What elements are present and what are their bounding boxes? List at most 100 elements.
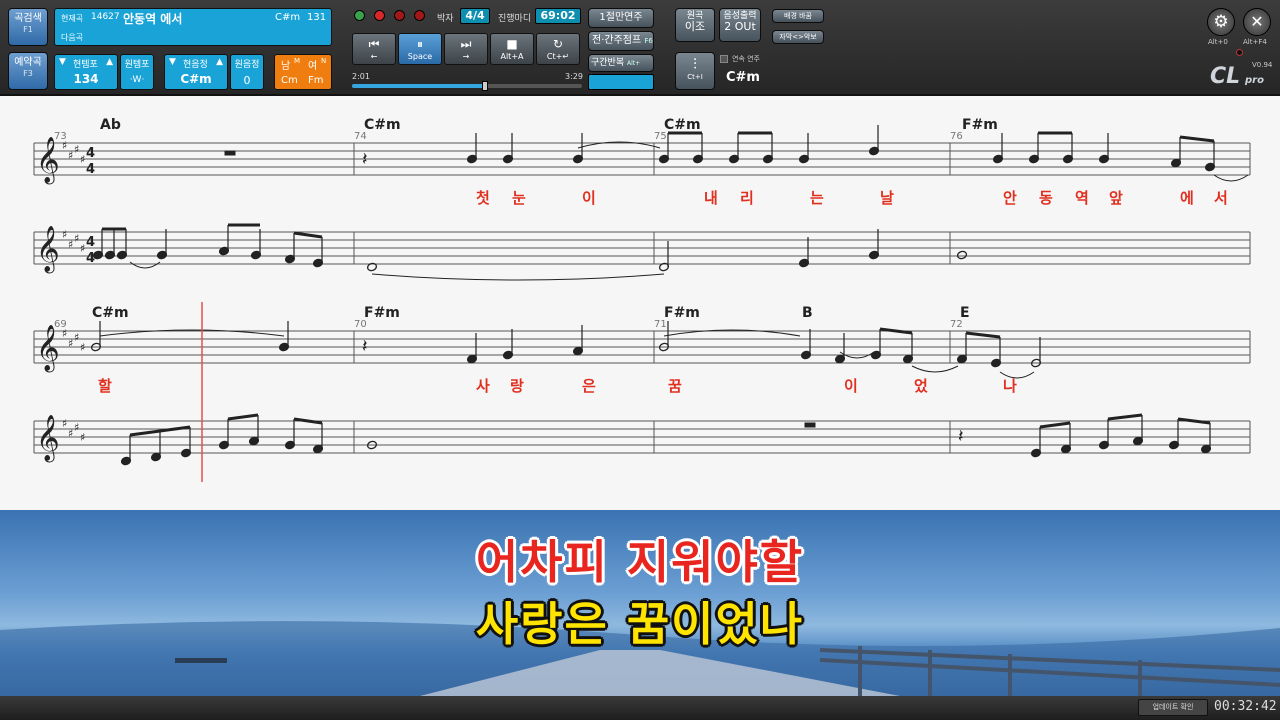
stop-icon: ■	[506, 37, 518, 51]
time-signature: 4	[86, 235, 95, 250]
note-head	[956, 250, 968, 260]
current-lyric-line: 어차피 지워야할	[475, 535, 805, 589]
note-beam	[1107, 413, 1143, 421]
update-check-label: 업데이트 확인	[1152, 703, 1194, 711]
chord-symbol: F#m	[364, 305, 400, 321]
intro-jump-button[interactable]: 전·간주점프 F6	[588, 31, 654, 51]
measure-value: 69:02	[535, 8, 581, 24]
elapsed-time: 2:01	[352, 72, 370, 81]
chord-symbol: C#m	[92, 305, 129, 321]
slur	[371, 273, 665, 281]
score-lyric-syllable: 역	[1075, 189, 1089, 207]
score-lyric-syllable: 날	[880, 189, 894, 207]
next-button[interactable]: ⏭ →	[444, 33, 488, 65]
female-key-tag: N	[321, 57, 327, 65]
mixer-icon: ⫶	[693, 55, 697, 73]
close-icon[interactable]: ✕	[1243, 8, 1271, 36]
sharp-sign-icon: ♯	[80, 153, 85, 166]
whole-rest	[224, 150, 236, 156]
score-lyric-syllable: 앞	[1109, 189, 1123, 207]
progress-track[interactable]	[352, 81, 582, 91]
app-logo-sub: pro	[1245, 75, 1264, 86]
tempo-label: 현템포	[73, 60, 98, 70]
male-key-tag: M	[294, 57, 301, 65]
sharp-sign-icon: ♯	[62, 228, 67, 241]
one-verse-button[interactable]: 1절만연주	[588, 8, 654, 28]
original-tempo-button[interactable]: 원템포 ·W·	[120, 54, 154, 90]
total-time: 3:29	[565, 72, 583, 81]
background-change-button[interactable]: 배경 바꿈	[772, 9, 824, 23]
current-song-code: 131	[307, 12, 327, 23]
rest-icon: 𝄽	[958, 426, 964, 447]
tempo-control[interactable]: ▼ 현템포 ▲ 134	[54, 54, 118, 90]
settings-icon[interactable]: ⚙	[1207, 8, 1235, 36]
progress-fill	[352, 84, 486, 88]
score-lyric-syllable: 었	[914, 377, 928, 395]
song-search-button[interactable]: 곡검색 F1	[8, 8, 48, 46]
reserve-song-label: 예약곡	[14, 57, 42, 68]
original-key-label: 원음정	[234, 60, 260, 70]
chord-symbol: C#m	[364, 117, 401, 133]
section-repeat-button[interactable]: 구간반복 Alt+ F9~F10	[588, 54, 654, 84]
prev-icon: ⏮	[368, 37, 380, 51]
slur	[911, 365, 959, 373]
repeat-button[interactable]: ↻ Ct+↵	[536, 33, 580, 65]
key-up-icon[interactable]: ▲	[216, 57, 223, 67]
key-down-icon[interactable]: ▼	[169, 57, 176, 67]
lyrics-score-toggle-button[interactable]: 자막<>악보	[772, 30, 824, 44]
score-lyric-syllable: 에	[1180, 189, 1194, 207]
continuous-play-label: 연속 연주	[732, 55, 760, 63]
male-key-value: Cm	[281, 75, 298, 86]
key-control[interactable]: ▼ 현음정 ▲ C#m	[164, 54, 228, 90]
pause-key: Space	[407, 52, 433, 61]
measure-number: 69	[54, 319, 67, 330]
sharp-sign-icon: ♯	[74, 421, 79, 434]
male-key-label[interactable]: 남	[281, 57, 290, 72]
score-lyric-syllable: 안	[1003, 189, 1017, 207]
measure-label: 진행마디	[498, 14, 532, 24]
mixer-button[interactable]: ⫶ Ct+I	[675, 52, 715, 90]
sharp-sign-icon: ♯	[74, 232, 79, 245]
status-led-green	[354, 10, 365, 21]
measure-number: 76	[950, 131, 963, 142]
current-song-panel[interactable]: 현재곡 14627 안동역 에서 C#m 131 다음곡	[54, 8, 332, 46]
audio-output-button[interactable]: 음성출력 2 OUt	[719, 8, 761, 42]
note-beam	[227, 413, 259, 421]
status-led-red-3	[414, 10, 425, 21]
tempo-up-icon[interactable]: ▲	[106, 57, 113, 67]
note-beam	[1039, 421, 1071, 429]
stop-button[interactable]: ■ Alt+A	[490, 33, 534, 65]
original-song-value: 이조	[684, 20, 706, 34]
next-icon: ⏭	[460, 37, 472, 51]
tempo-down-icon[interactable]: ▼	[59, 57, 66, 67]
pause-button[interactable]: ⏸ Space	[398, 33, 442, 65]
original-tempo-label: 원템포	[124, 60, 150, 70]
settings-key: Alt+0	[1208, 38, 1228, 46]
slur	[1213, 174, 1249, 182]
prev-button[interactable]: ⏮ ←	[352, 33, 396, 65]
treble-clef-icon: 𝄞	[36, 137, 60, 185]
tempo-value: 134	[73, 72, 99, 86]
repeat-key: Ct+↵	[546, 52, 570, 61]
note-beam	[293, 231, 323, 239]
next-key: →	[462, 52, 470, 61]
mixer-key: Ct+I	[687, 73, 703, 82]
clock: 00:32:42	[1214, 699, 1277, 714]
score-lyric-syllable: 내	[704, 189, 718, 207]
treble-clef-icon: 𝄞	[36, 415, 60, 463]
original-key-button[interactable]: 원음정 0	[230, 54, 264, 90]
time-signature: 4	[86, 162, 95, 177]
female-key-label[interactable]: 여	[308, 57, 317, 72]
reserve-song-button[interactable]: 예약곡 F3	[8, 52, 48, 90]
update-check-button[interactable]: 업데이트 확인	[1138, 699, 1208, 716]
score-lyric-syllable: 할	[98, 377, 112, 395]
sharp-sign-icon: ♯	[74, 143, 79, 156]
rest-icon: 𝄽	[362, 336, 368, 357]
female-key-value: Fm	[308, 75, 324, 86]
gender-key-control[interactable]: 남 M 여 N Cm Fm	[274, 54, 332, 90]
top-toolbar: 곡검색 F1 예약곡 F3 현재곡 14627 안동역 에서 C#m 131 다…	[0, 0, 1280, 96]
score-lyric-syllable: 첫	[476, 189, 490, 207]
continuous-play-checkbox[interactable]	[720, 55, 728, 63]
progress-handle[interactable]	[482, 81, 489, 91]
original-song-button[interactable]: 원곡 이조	[675, 8, 715, 42]
